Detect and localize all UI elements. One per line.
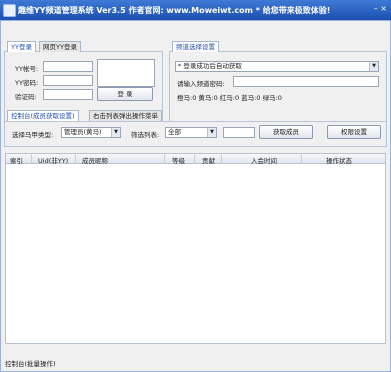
login-button[interactable]: 登 录 — [97, 87, 153, 101]
get-members-button[interactable]: 获取成员 — [259, 125, 313, 139]
column-divider — [164, 153, 165, 164]
member-type-label: 选择马甲类型: — [12, 131, 54, 139]
filter-select[interactable]: 全部 ▼ — [165, 127, 217, 138]
filter-label: 筛选列表: — [131, 131, 160, 139]
channel-password-label: 请输入频道密码: — [177, 80, 225, 88]
filter-value: 全部 — [168, 128, 181, 136]
tab-control-console[interactable]: 控制台(成员获取设置) — [7, 110, 79, 121]
window-title: 趣维YY频道管理系统 Ver3.5 作者官网: www.Moweiwt.com … — [18, 6, 331, 15]
tab-yy-login[interactable]: YY登录 — [7, 41, 36, 52]
title-bar: 趣维YY频道管理系统 Ver3.5 作者官网: www.Moweiwt.com … — [0, 0, 391, 20]
chevron-down-icon: ▼ — [111, 128, 120, 137]
channel-tab: 频道选择设置 — [172, 41, 219, 52]
column-divider — [221, 153, 222, 164]
tab-web-yy-login[interactable]: 网页YY登录 — [39, 41, 81, 52]
column-divider — [301, 153, 302, 164]
yy-account-label: YY帐号: — [15, 65, 39, 73]
column-divider — [75, 153, 76, 164]
member-type-value: 管理员(黄马) — [64, 128, 102, 136]
member-type-select[interactable]: 管理员(黄马) ▼ — [61, 127, 121, 138]
chevron-down-icon: ▼ — [369, 62, 378, 71]
channel-select-value: * 登录成功后自动获取 — [178, 62, 242, 70]
permission-settings-button[interactable]: 权限设置 — [327, 125, 381, 139]
yy-account-input[interactable] — [43, 61, 93, 72]
tab-context-menu-hint[interactable]: 右击列表弹出操作菜单 — [89, 110, 162, 121]
captcha-input[interactable] — [43, 89, 93, 100]
chevron-down-icon: ▼ — [207, 128, 216, 137]
main-window: YY登录 网页YY登录 YY帐号: YY密码: 验证码: 登 录 频道选择设置 … — [0, 20, 391, 372]
yy-password-input[interactable] — [43, 75, 93, 86]
member-table-header: 索引 Uid(非YY) 成员昵称 等级 贡献 入会时间 操作状态 — [5, 153, 386, 165]
captcha-image[interactable] — [97, 59, 155, 87]
bulk-operations-tab[interactable]: 控制台(批量操作) — [5, 358, 56, 368]
column-divider — [194, 153, 195, 164]
app-icon — [3, 4, 16, 17]
channel-select[interactable]: * 登录成功后自动获取 ▼ — [175, 61, 379, 72]
member-stats: 橙马:0 黄马:0 红马:0 蓝马:0 绿马:0 — [177, 94, 282, 102]
filter-input[interactable] — [223, 127, 255, 138]
channel-password-input[interactable] — [233, 76, 379, 87]
window-controls[interactable]: – × — [374, 4, 387, 13]
member-table-body[interactable] — [5, 164, 386, 344]
yy-password-label: YY密码: — [15, 79, 39, 87]
captcha-label: 验证码: — [15, 93, 37, 101]
column-divider — [31, 153, 32, 164]
